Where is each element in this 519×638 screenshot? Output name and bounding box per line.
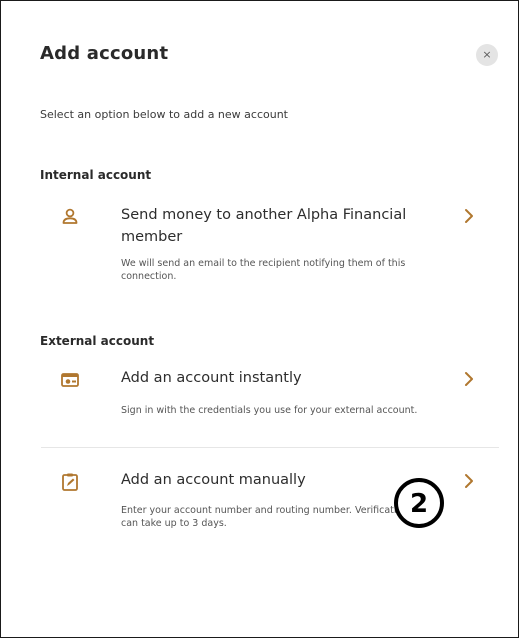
close-icon: ×: [482, 48, 492, 61]
option-label: Add an account instantly: [121, 370, 302, 386]
step-number: 2: [410, 489, 428, 519]
section-title-internal: Internal account: [40, 168, 152, 182]
bank-card-icon: [61, 373, 79, 387]
option-send-money-member[interactable]: Send money to another Alpha Financial me…: [41, 204, 499, 294]
step-number-badge: 2: [394, 478, 444, 528]
divider: [41, 447, 499, 448]
add-account-dialog: Add account × Select an option below to …: [0, 0, 519, 638]
close-button[interactable]: ×: [476, 44, 498, 66]
chevron-right-icon: [465, 209, 473, 223]
person-icon: [62, 208, 78, 224]
option-description: Enter your account number and routing nu…: [121, 505, 409, 529]
dialog-title: Add account: [40, 43, 169, 64]
dialog-subtitle: Select an option below to add a new acco…: [40, 108, 288, 121]
chevron-right-icon: [465, 372, 473, 386]
option-label: Add an account manually: [121, 472, 306, 488]
option-add-account-instantly[interactable]: Add an account instantly Sign in with th…: [41, 367, 499, 437]
option-description: We will send an email to the recipient n…: [121, 258, 406, 282]
clipboard-edit-icon: [62, 473, 78, 491]
section-title-external: External account: [40, 334, 155, 348]
chevron-right-icon: [465, 474, 473, 488]
option-description: Sign in with the credentials you use for…: [121, 405, 418, 416]
option-label: Send money to another Alpha Financial me…: [121, 207, 407, 245]
